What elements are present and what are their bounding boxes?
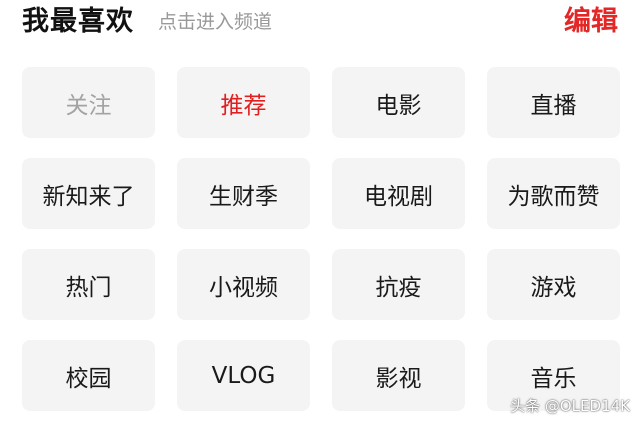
channel-chip-movies[interactable]: 电影 <box>332 67 465 138</box>
channel-chip-wealth-season[interactable]: 生财季 <box>177 158 310 229</box>
header: 我最喜欢 点击进入频道 编辑 <box>0 0 640 50</box>
edit-button[interactable]: 编辑 <box>564 4 618 40</box>
channel-chip-recommend[interactable]: 推荐 <box>177 67 310 138</box>
channel-grid: 关注 推荐 电影 直播 新知来了 生财季 电视剧 为歌而赞 热门 小视频 抗疫 … <box>22 67 620 411</box>
channel-chip-hot[interactable]: 热门 <box>22 249 155 320</box>
channel-chip-song-praise[interactable]: 为歌而赞 <box>487 158 620 229</box>
channel-chip-anti-epidemic[interactable]: 抗疫 <box>332 249 465 320</box>
channel-chip-new-knowledge[interactable]: 新知来了 <box>22 158 155 229</box>
section-title: 我最喜欢 <box>22 6 134 37</box>
channel-chip-games[interactable]: 游戏 <box>487 249 620 320</box>
channel-chip-short-video[interactable]: 小视频 <box>177 249 310 320</box>
channel-chip-follow[interactable]: 关注 <box>22 67 155 138</box>
section-hint: 点击进入频道 <box>158 11 273 33</box>
channel-chip-tv-series[interactable]: 电视剧 <box>332 158 465 229</box>
channel-chip-vlog[interactable]: VLOG <box>177 340 310 411</box>
watermark: 头条 @OLED14K <box>510 397 630 415</box>
channel-chip-live[interactable]: 直播 <box>487 67 620 138</box>
channel-chip-film-tv[interactable]: 影视 <box>332 340 465 411</box>
channel-chip-campus[interactable]: 校园 <box>22 340 155 411</box>
